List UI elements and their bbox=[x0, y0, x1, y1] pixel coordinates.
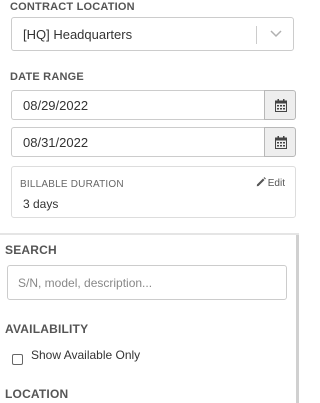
select-separator bbox=[256, 26, 257, 44]
start-date-value: 08/29/2022 bbox=[23, 98, 89, 113]
contract-location-value: [HQ] Headquarters bbox=[23, 27, 133, 42]
calendar-icon bbox=[275, 136, 287, 149]
contract-location-label: CONTRACT LOCATION bbox=[10, 1, 135, 13]
show-available-only-checkbox[interactable] bbox=[12, 354, 23, 365]
start-date-input[interactable]: 08/29/2022 bbox=[11, 90, 264, 120]
end-date-calendar-button[interactable] bbox=[264, 127, 296, 157]
billable-duration-card: BILLABLE DURATION Edit 3 days bbox=[11, 166, 296, 218]
start-date-calendar-button[interactable] bbox=[264, 90, 296, 120]
end-date-value: 08/31/2022 bbox=[23, 135, 89, 150]
end-date-input[interactable]: 08/31/2022 bbox=[11, 127, 264, 157]
location-label: LOCATION bbox=[5, 387, 69, 401]
chevron-down-icon[interactable] bbox=[270, 30, 282, 38]
billable-duration-label: BILLABLE DURATION bbox=[20, 179, 124, 190]
date-range-label: DATE RANGE bbox=[10, 71, 84, 83]
show-available-only-label[interactable]: Show Available Only bbox=[31, 348, 140, 362]
edit-duration-link[interactable]: Edit bbox=[256, 177, 285, 189]
section-divider bbox=[0, 233, 299, 235]
pencil-icon bbox=[256, 177, 266, 187]
contract-location-select[interactable]: [HQ] Headquarters bbox=[11, 17, 294, 51]
edit-label: Edit bbox=[267, 178, 285, 189]
billable-duration-value: 3 days bbox=[23, 197, 59, 211]
rental-details-panel: CONTRACT LOCATION [HQ] Headquarters DATE… bbox=[0, 0, 299, 232]
availability-label: AVAILABILITY bbox=[5, 322, 89, 336]
search-label: SEARCH bbox=[5, 243, 57, 257]
scrollbar[interactable] bbox=[296, 235, 299, 403]
search-input[interactable] bbox=[7, 265, 287, 300]
calendar-icon bbox=[275, 99, 287, 112]
